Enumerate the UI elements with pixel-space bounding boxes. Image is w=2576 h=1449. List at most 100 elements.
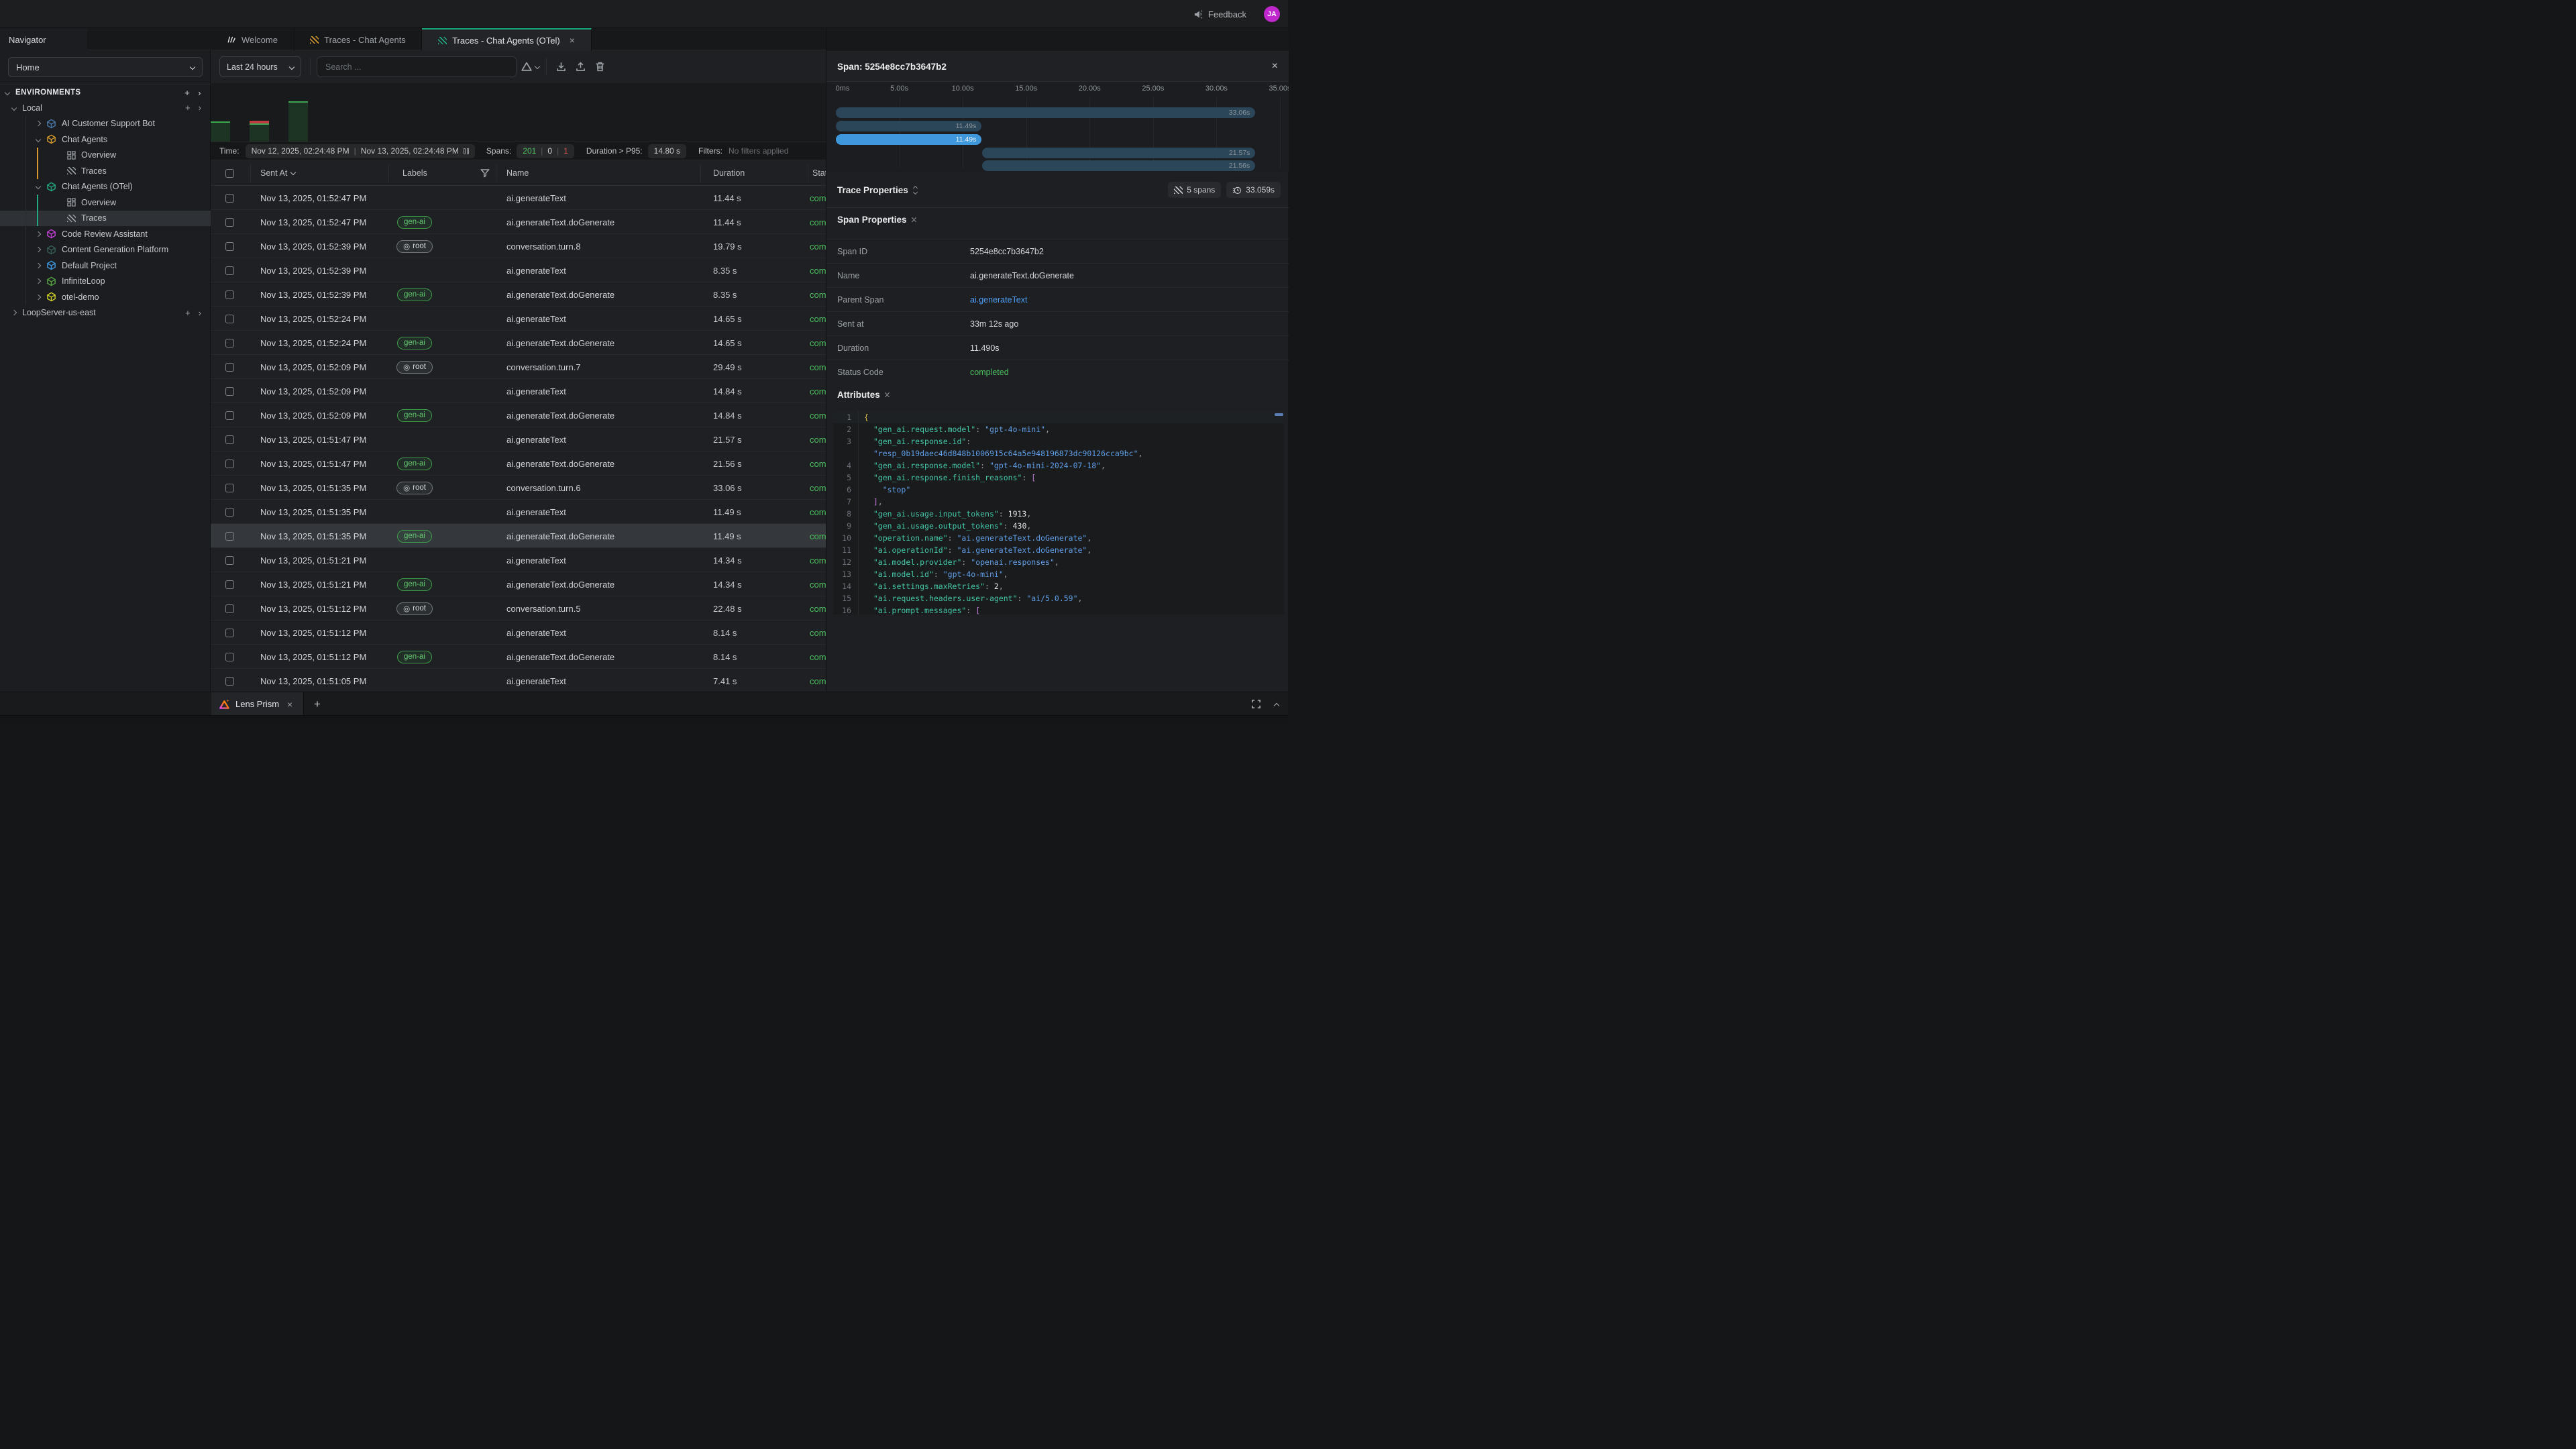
span-bar[interactable]: 11.49s bbox=[836, 134, 981, 145]
table-row[interactable]: Nov 13, 2025, 01:51:47 PMgen-aiai.genera… bbox=[211, 451, 826, 476]
row-checkbox[interactable] bbox=[225, 451, 234, 476]
row-checkbox[interactable] bbox=[225, 403, 234, 427]
table-row[interactable]: Nov 13, 2025, 01:51:35 PMgen-aiai.genera… bbox=[211, 524, 826, 548]
close-icon[interactable]: × bbox=[1272, 60, 1278, 72]
table-row[interactable]: Nov 13, 2025, 01:52:09 PMai.generateText… bbox=[211, 379, 826, 403]
add-tab-button[interactable]: + bbox=[314, 692, 321, 716]
row-checkbox[interactable] bbox=[225, 210, 234, 234]
editor-scrollbar-thumb[interactable] bbox=[1275, 413, 1283, 416]
row-checkbox[interactable] bbox=[225, 282, 234, 307]
sidebar-item-otel-demo[interactable]: otel-demo bbox=[0, 289, 211, 305]
navigator-tab[interactable]: Navigator bbox=[0, 28, 87, 51]
sidebar-item-ai-customer-support-bot[interactable]: AI Customer Support Bot bbox=[0, 116, 211, 132]
span-bar[interactable]: 11.49s bbox=[836, 121, 981, 131]
sidebar-item-local[interactable]: Local+› bbox=[0, 100, 211, 116]
time-range-select[interactable]: Last 24 hours bbox=[219, 56, 301, 77]
row-checkbox[interactable] bbox=[225, 476, 234, 500]
row-checkbox[interactable] bbox=[225, 307, 234, 331]
sidebar-item-infiniteloop[interactable]: InfiniteLoop bbox=[0, 274, 211, 290]
column-labels[interactable]: Labels bbox=[402, 160, 427, 186]
collapse-icon[interactable] bbox=[912, 216, 916, 223]
column-status[interactable]: Status bbox=[812, 160, 826, 186]
tab-traces-chat-agents-otel[interactable]: Traces - Chat Agents (OTel)× bbox=[422, 28, 592, 51]
search-input[interactable] bbox=[317, 56, 517, 77]
sidebar-item-traces[interactable]: Traces bbox=[0, 211, 211, 227]
column-sent-at[interactable]: Sent At bbox=[260, 160, 295, 186]
table-row[interactable]: Nov 13, 2025, 01:52:24 PMai.generateText… bbox=[211, 307, 826, 331]
expand-icon[interactable] bbox=[914, 186, 917, 194]
row-checkbox[interactable] bbox=[225, 234, 234, 258]
table-row[interactable]: Nov 13, 2025, 01:51:35 PM◎rootconversati… bbox=[211, 476, 826, 500]
row-checkbox[interactable] bbox=[225, 596, 234, 621]
row-checkbox[interactable] bbox=[225, 427, 234, 451]
sidebar-item-code-review-assistant[interactable]: Code Review Assistant bbox=[0, 226, 211, 242]
spans-count-chip[interactable]: 201 | 0 | 1 bbox=[517, 144, 574, 158]
table-row[interactable]: Nov 13, 2025, 01:52:09 PM◎rootconversati… bbox=[211, 355, 826, 379]
table-row[interactable]: Nov 13, 2025, 01:51:47 PMai.generateText… bbox=[211, 427, 826, 451]
table-row[interactable]: Nov 13, 2025, 01:51:21 PMgen-aiai.genera… bbox=[211, 572, 826, 596]
row-checkbox[interactable] bbox=[225, 548, 234, 572]
pause-icon[interactable] bbox=[464, 148, 469, 154]
row-checkbox[interactable] bbox=[225, 669, 234, 692]
row-checkbox[interactable] bbox=[225, 258, 234, 282]
row-checkbox[interactable] bbox=[225, 621, 234, 645]
trash-icon[interactable] bbox=[594, 61, 606, 72]
fullscreen-icon[interactable] bbox=[1251, 699, 1261, 709]
sidebar-item-chat-agents[interactable]: Chat Agents bbox=[0, 131, 211, 148]
attributes-json-editor[interactable]: 1{2 "gen_ai.request.model": "gpt-4o-mini… bbox=[833, 411, 1284, 614]
span-bar[interactable]: 21.57s bbox=[982, 148, 1256, 158]
sidebar-item-content-generation-platform[interactable]: Content Generation Platform bbox=[0, 242, 211, 258]
column-name[interactable]: Name bbox=[506, 160, 529, 186]
table-row[interactable]: Nov 13, 2025, 01:51:21 PMai.generateText… bbox=[211, 548, 826, 572]
close-icon[interactable]: × bbox=[570, 35, 575, 46]
table-row[interactable]: Nov 13, 2025, 01:52:47 PMgen-aiai.genera… bbox=[211, 210, 826, 234]
tab-traces-chat-agents[interactable]: Traces - Chat Agents bbox=[294, 28, 422, 51]
sidebar-item-chat-agents-otel[interactable]: Chat Agents (OTel) bbox=[0, 179, 211, 195]
table-row[interactable]: Nov 13, 2025, 01:52:47 PMai.generateText… bbox=[211, 186, 826, 210]
row-checkbox[interactable] bbox=[225, 379, 234, 403]
table-row[interactable]: Nov 13, 2025, 01:52:24 PMgen-aiai.genera… bbox=[211, 331, 826, 355]
sidebar-item-environments[interactable]: ENVIRONMENTS+› bbox=[0, 85, 211, 100]
lens-prism-tab[interactable]: Lens Prism × bbox=[211, 692, 304, 716]
row-checkbox[interactable] bbox=[225, 645, 234, 669]
select-all-checkbox[interactable] bbox=[225, 160, 234, 186]
collapse-icon[interactable] bbox=[885, 391, 889, 398]
table-row[interactable]: Nov 13, 2025, 01:51:12 PMgen-aiai.genera… bbox=[211, 645, 826, 669]
tab-welcome[interactable]: Welcome bbox=[211, 28, 294, 51]
chevron-down-icon[interactable] bbox=[535, 64, 540, 69]
span-bar[interactable]: 33.06s bbox=[836, 107, 1255, 118]
add-icon[interactable]: + bbox=[185, 103, 191, 113]
table-row[interactable]: Nov 13, 2025, 01:52:39 PM◎rootconversati… bbox=[211, 234, 826, 258]
feedback-button[interactable]: Feedback bbox=[1193, 0, 1246, 28]
column-duration[interactable]: Duration bbox=[713, 160, 745, 186]
p95-chip[interactable]: 14.80 s bbox=[648, 144, 686, 158]
row-checkbox[interactable] bbox=[225, 355, 234, 379]
prism-filter-icon[interactable] bbox=[521, 61, 533, 72]
collapse-panel-icon[interactable] bbox=[1274, 702, 1279, 708]
row-checkbox[interactable] bbox=[225, 186, 234, 210]
sidebar-item-overview[interactable]: Overview bbox=[0, 195, 211, 211]
table-row[interactable]: Nov 13, 2025, 01:52:09 PMgen-aiai.genera… bbox=[211, 403, 826, 427]
span-bar[interactable]: 21.56s bbox=[982, 160, 1256, 171]
row-checkbox[interactable] bbox=[225, 500, 234, 524]
open-icon[interactable]: › bbox=[199, 103, 201, 113]
open-icon[interactable]: › bbox=[199, 308, 201, 318]
sidebar-item-default-project[interactable]: Default Project bbox=[0, 258, 211, 274]
time-range-chip[interactable]: Nov 12, 2025, 02:24:48 PM | Nov 13, 2025… bbox=[246, 144, 475, 158]
close-icon[interactable]: × bbox=[287, 699, 292, 710]
sidebar-item-loopserver-us-east[interactable]: LoopServer-us-east+› bbox=[0, 305, 211, 321]
open-icon[interactable]: › bbox=[198, 88, 201, 98]
filter-funnel-icon[interactable] bbox=[480, 160, 490, 186]
sidebar-item-traces[interactable]: Traces bbox=[0, 163, 211, 179]
add-icon[interactable]: + bbox=[185, 308, 191, 318]
table-row[interactable]: Nov 13, 2025, 01:52:39 PMai.generateText… bbox=[211, 258, 826, 282]
avatar[interactable]: JA bbox=[1264, 6, 1280, 22]
sidebar-item-overview[interactable]: Overview bbox=[0, 148, 211, 164]
workspace-select[interactable]: Home bbox=[8, 57, 203, 77]
table-row[interactable]: Nov 13, 2025, 01:51:35 PMai.generateText… bbox=[211, 500, 826, 524]
download-icon[interactable] bbox=[555, 61, 567, 72]
table-row[interactable]: Nov 13, 2025, 01:52:39 PMgen-aiai.genera… bbox=[211, 282, 826, 307]
add-icon[interactable]: + bbox=[184, 88, 190, 98]
property-value[interactable]: ai.generateText bbox=[970, 288, 1027, 312]
table-row[interactable]: Nov 13, 2025, 01:51:12 PM◎rootconversati… bbox=[211, 596, 826, 621]
